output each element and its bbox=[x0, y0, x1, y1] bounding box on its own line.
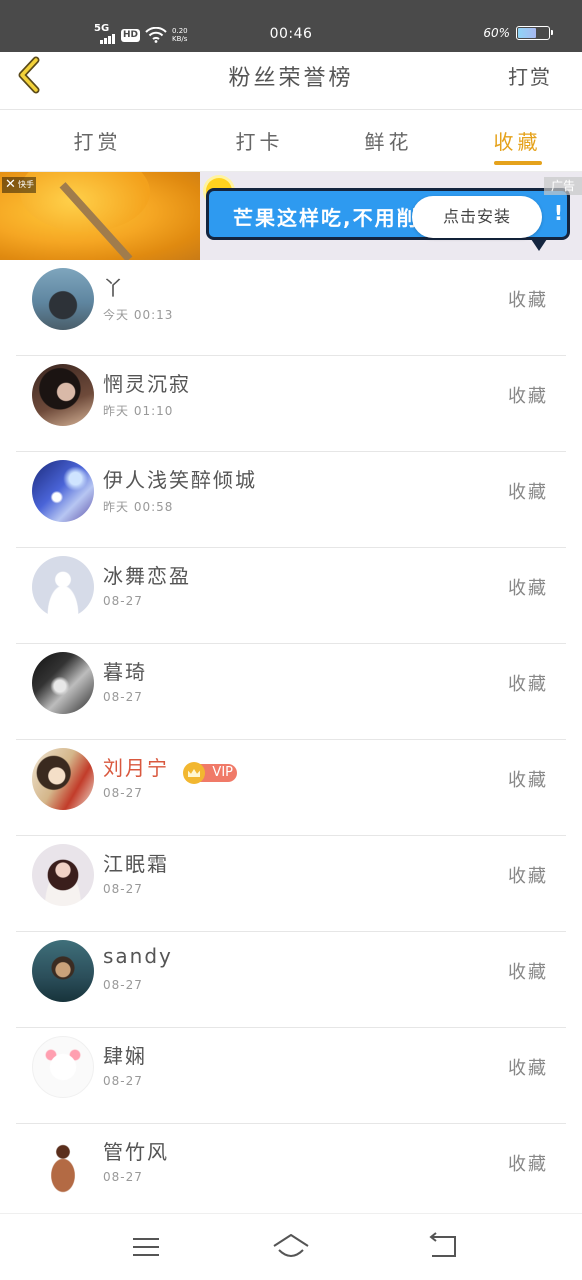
ad-headline-tail: ! bbox=[553, 201, 563, 225]
fan-action-label: 收藏 bbox=[508, 962, 548, 983]
close-icon: ✕ bbox=[5, 177, 16, 192]
fan-time: 昨天 00:58 bbox=[103, 500, 174, 514]
fan-action-label: 收藏 bbox=[508, 674, 548, 695]
avatar[interactable] bbox=[32, 844, 94, 906]
fan-name: 伊人浅笑醉倾城 bbox=[103, 468, 257, 492]
fan-action-label: 收藏 bbox=[508, 386, 548, 407]
list-item[interactable]: 伊人浅笑醉倾城 昨天 00:58 收藏 bbox=[16, 452, 566, 548]
reward-button[interactable]: 打赏 bbox=[508, 61, 552, 90]
list-item[interactable]: 管竹风 08-27 收藏 bbox=[16, 1124, 566, 1220]
fan-action-label: 收藏 bbox=[508, 866, 548, 887]
app-header: 粉丝荣誉榜 打赏 bbox=[0, 52, 582, 110]
status-right: 60% bbox=[483, 26, 553, 40]
default-avatar[interactable] bbox=[32, 556, 94, 618]
avatar[interactable] bbox=[32, 1132, 94, 1194]
install-button[interactable]: 点击安装 bbox=[412, 196, 542, 238]
fan-name: 肆娴 bbox=[103, 1044, 147, 1068]
tab-checkin[interactable]: 打卡 bbox=[195, 110, 324, 171]
fan-name: 江眠霜 bbox=[103, 852, 169, 876]
avatar[interactable] bbox=[32, 652, 94, 714]
fan-action-label: 收藏 bbox=[508, 770, 548, 791]
fan-name: sandy bbox=[103, 944, 173, 968]
avatar[interactable] bbox=[32, 460, 94, 522]
fan-time: 08-27 bbox=[103, 786, 143, 800]
tab-flowers[interactable]: 鲜花 bbox=[324, 110, 453, 171]
fan-time: 08-27 bbox=[103, 1170, 143, 1184]
battery-icon bbox=[516, 26, 553, 40]
fan-time: 今天 00:13 bbox=[103, 308, 174, 322]
crown-icon bbox=[183, 762, 205, 784]
list-item[interactable]: 丫 今天 00:13 收藏 bbox=[16, 260, 566, 356]
ad-close-button[interactable]: ✕ 快手 bbox=[2, 177, 36, 193]
system-nav-bar bbox=[0, 1213, 582, 1280]
fan-name: 丫 bbox=[103, 276, 125, 300]
fan-action-label: 收藏 bbox=[508, 290, 548, 311]
tab-favorites[interactable]: 收藏 bbox=[453, 110, 582, 171]
list-item[interactable]: 冰舞恋盈 08-27 收藏 bbox=[16, 548, 566, 644]
fan-action-label: 收藏 bbox=[508, 578, 548, 599]
fan-time: 08-27 bbox=[103, 882, 143, 896]
page-title: 粉丝荣誉榜 bbox=[228, 66, 354, 91]
fan-time: 08-27 bbox=[103, 690, 143, 704]
fan-time: 08-27 bbox=[103, 978, 143, 992]
tab-bar: 打赏 打卡 鲜花 收藏 bbox=[0, 110, 582, 172]
back-icon[interactable] bbox=[422, 1232, 462, 1262]
tab-reward[interactable]: 打赏 bbox=[0, 110, 195, 171]
ad-tag: 广告 bbox=[544, 177, 582, 195]
avatar[interactable] bbox=[32, 748, 94, 810]
avatar[interactable] bbox=[32, 364, 94, 426]
fan-name: 暮琦 bbox=[103, 660, 147, 684]
home-icon[interactable] bbox=[271, 1232, 311, 1262]
fan-action-label: 收藏 bbox=[508, 1058, 548, 1079]
battery-percent: 60% bbox=[483, 26, 510, 40]
avatar[interactable] bbox=[32, 1036, 94, 1098]
menu-icon[interactable] bbox=[126, 1232, 166, 1262]
fan-list: 丫 今天 00:13 收藏 惘灵沉寂 昨天 01:10 收藏 伊人浅笑醉倾城 昨… bbox=[0, 260, 582, 1220]
fan-time: 08-27 bbox=[103, 594, 143, 608]
list-item[interactable]: 惘灵沉寂 昨天 01:10 收藏 bbox=[16, 356, 566, 452]
fan-time: 08-27 bbox=[103, 1074, 143, 1088]
vip-badge: VIP bbox=[183, 762, 237, 784]
list-item[interactable]: sandy 08-27 收藏 bbox=[16, 932, 566, 1028]
list-item[interactable]: 肆娴 08-27 收藏 bbox=[16, 1028, 566, 1124]
fan-action-label: 收藏 bbox=[508, 482, 548, 503]
fan-time: 昨天 01:10 bbox=[103, 404, 174, 418]
avatar[interactable] bbox=[32, 268, 94, 330]
fan-name: 惘灵沉寂 bbox=[103, 372, 191, 396]
fan-name: 管竹风 bbox=[103, 1140, 169, 1164]
battery-level bbox=[518, 28, 536, 38]
fan-action-label: 收藏 bbox=[508, 1154, 548, 1175]
fan-name: 冰舞恋盈 bbox=[103, 564, 191, 588]
list-item[interactable]: 刘月宁 VIP 08-27 收藏 bbox=[16, 740, 566, 836]
list-item[interactable]: 江眠霜 08-27 收藏 bbox=[16, 836, 566, 932]
ad-source-label: 快手 bbox=[18, 180, 34, 189]
avatar[interactable] bbox=[32, 940, 94, 1002]
status-bar: 5G HD 0.20 KB/s 00:46 60% bbox=[0, 0, 582, 52]
list-item[interactable]: 暮琦 08-27 收藏 bbox=[16, 644, 566, 740]
ad-headline: 芒果这样吃,不用削皮 bbox=[233, 206, 441, 230]
fan-name: 刘月宁 bbox=[103, 756, 169, 780]
